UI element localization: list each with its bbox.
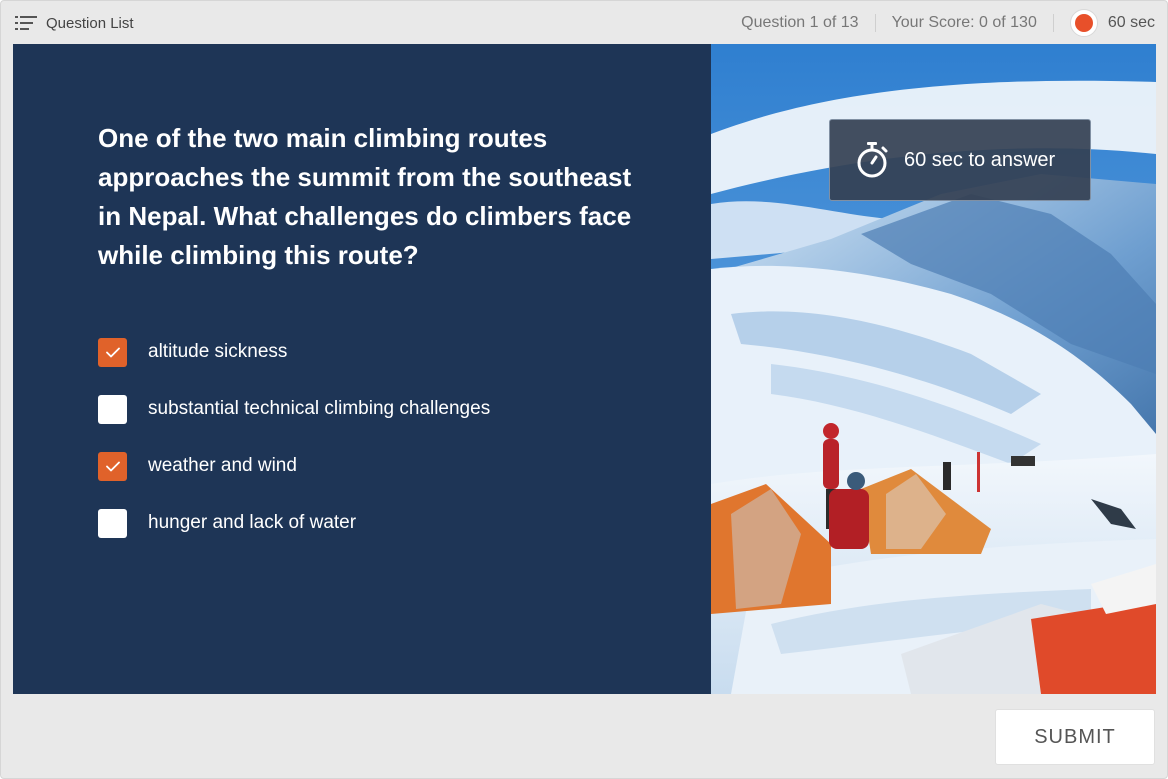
checkmark-icon [105,461,120,471]
option-altitude-sickness[interactable]: altitude sickness [98,337,490,367]
divider [1052,14,1054,32]
checkmark-icon [105,347,120,357]
checkbox-unchecked[interactable] [98,508,127,538]
option-label: altitude sickness [148,341,288,362]
checkbox-checked[interactable] [98,451,127,481]
score-display: Your Score: 0 of 130 [891,14,1037,31]
status-bar: Question 1 of 13 Your Score: 0 of 130 60… [741,9,1155,37]
checkbox-checked[interactable] [98,337,127,367]
top-bar: Question List Question 1 of 13 Your Scor… [1,1,1168,44]
question-list-button[interactable]: Question List [15,13,134,33]
option-label: weather and wind [148,455,297,476]
question-panel: One of the two main climbing routes appr… [13,44,711,694]
mountain-camp-photo: 60 sec to answer [711,44,1156,694]
divider [874,14,876,32]
option-weather-and-wind[interactable]: weather and wind [98,451,490,481]
question-card: One of the two main climbing routes appr… [13,44,1156,694]
time-to-answer-text: 60 sec to answer [904,148,1056,171]
option-hunger-and-water[interactable]: hunger and lack of water [98,508,490,538]
timer-indicator-icon [1069,9,1098,37]
question-list-label: Question List [46,14,134,32]
quiz-window: Question List Question 1 of 13 Your Scor… [0,0,1168,779]
answer-options: altitude sickness substantial technical … [98,337,490,565]
checkbox-unchecked[interactable] [98,394,127,424]
list-icon [15,16,37,30]
option-technical-challenges[interactable]: substantial technical climbing challenge… [98,394,490,424]
time-to-answer-badge: 60 sec to answer [829,119,1091,201]
question-text: One of the two main climbing routes appr… [98,123,632,270]
option-label: substantial technical climbing challenge… [148,398,491,419]
stopwatch-icon [857,142,888,178]
submit-button[interactable]: SUBMIT [995,709,1155,765]
question-counter: Question 1 of 13 [741,14,859,31]
timer-display: 60 sec [1107,14,1155,31]
option-label: hunger and lack of water [148,512,357,533]
